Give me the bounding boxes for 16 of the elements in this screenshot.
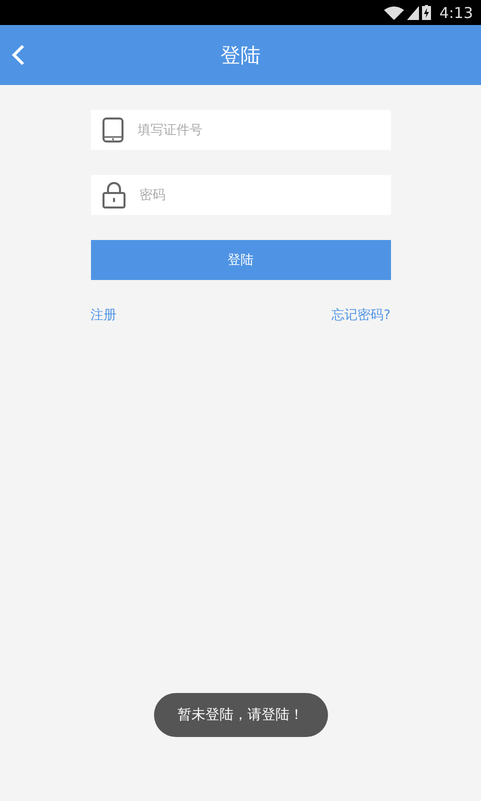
forgot-password-link[interactable]: 忘记密码? [332, 306, 390, 324]
toast-message: 暂未登陆，请登陆！ [154, 693, 328, 737]
login-button[interactable]: 登陆 [90, 240, 390, 280]
id-input[interactable]: 填写证件号 [136, 114, 390, 146]
password-input[interactable]: 密码 [138, 179, 390, 211]
register-link[interactable]: 注册 [90, 306, 116, 324]
password-field[interactable]: 密码 [90, 175, 390, 215]
lock-icon [102, 181, 126, 209]
id-field[interactable]: 填写证件号 [90, 110, 390, 150]
page-title: 登陆 [220, 42, 260, 68]
back-icon[interactable] [11, 44, 25, 66]
wifi-icon [384, 6, 404, 20]
phone-icon [102, 117, 124, 143]
battery-icon [422, 5, 432, 20]
status-time: 4:13 [439, 4, 473, 22]
signal-icon [407, 6, 420, 20]
